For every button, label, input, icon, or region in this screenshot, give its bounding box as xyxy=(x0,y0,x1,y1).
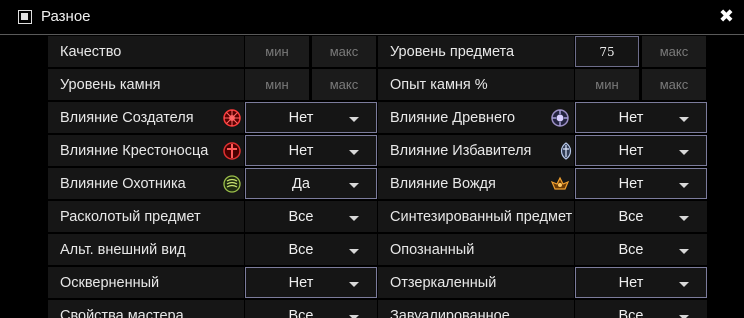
chevron-down-icon xyxy=(349,117,359,122)
filter-row: Расколотый предмет Все Синтезированный п… xyxy=(46,200,710,233)
veiled-select[interactable]: Все xyxy=(575,300,707,318)
chevron-down-icon xyxy=(679,216,689,221)
item-level-min-input[interactable]: 75 xyxy=(575,36,639,67)
elder-influence-icon xyxy=(551,109,569,127)
gem-level-min-input[interactable]: мин xyxy=(245,69,309,100)
window-title: Разное xyxy=(41,8,91,25)
filter-label-synthesised: Синтезированный предмет xyxy=(378,201,574,232)
filter-label-mirrored: Отзеркаленный xyxy=(378,267,574,298)
chevron-down-icon xyxy=(349,282,359,287)
crusader-influence-icon xyxy=(223,142,241,160)
filter-label-item-level: Уровень предмета xyxy=(378,36,574,67)
filter-row: Оскверненный Нет Отзеркаленный Нет xyxy=(46,266,710,299)
hunter-select[interactable]: Да xyxy=(245,168,377,199)
corrupted-select[interactable]: Нет xyxy=(245,267,377,298)
gem-exp-max-input[interactable]: макс xyxy=(642,69,706,100)
filter-row: Качество мин макс Уровень предмета 75 ма… xyxy=(46,35,710,68)
hunter-influence-icon xyxy=(223,175,241,193)
redeemer-select[interactable]: Нет xyxy=(575,135,707,166)
chevron-down-icon xyxy=(349,216,359,221)
quality-max-input[interactable]: макс xyxy=(312,36,376,67)
filter-row: Влияние Охотника Да Влияние Вождя Нет xyxy=(46,167,710,200)
filter-label-alt-art: Альт. внешний вид xyxy=(48,234,244,265)
chevron-down-icon xyxy=(679,117,689,122)
filter-label-quality: Качество xyxy=(48,36,244,67)
filter-label-hunter: Влияние Охотника xyxy=(48,168,244,199)
filter-row: Альт. внешний вид Все Опознанный Все xyxy=(46,233,710,266)
filter-row: Свойства мастера Все Завуалированное Все xyxy=(46,299,710,318)
quality-min-input[interactable]: мин xyxy=(245,36,309,67)
crusader-select[interactable]: Нет xyxy=(245,135,377,166)
filter-row: Влияние Крестоносца Нет Влияние Избавите… xyxy=(46,134,710,167)
mirrored-select[interactable]: Нет xyxy=(575,267,707,298)
filter-label-gem-experience: Опыт камня % xyxy=(378,69,574,100)
identified-select[interactable]: Все xyxy=(575,234,707,265)
shaper-select[interactable]: Нет xyxy=(245,102,377,133)
gem-level-max-input[interactable]: макс xyxy=(312,69,376,100)
chevron-down-icon xyxy=(349,150,359,155)
filter-label-shaper: Влияние Создателя xyxy=(48,102,244,133)
filter-label-crusader: Влияние Крестоносца xyxy=(48,135,244,166)
elder-select[interactable]: Нет xyxy=(575,102,707,133)
filter-label-fractured: Расколотый предмет xyxy=(48,201,244,232)
synthesised-select[interactable]: Все xyxy=(575,201,707,232)
filter-label-warlord: Влияние Вождя xyxy=(378,168,574,199)
gem-exp-min-input[interactable]: мин xyxy=(575,69,639,100)
fractured-select[interactable]: Все xyxy=(245,201,377,232)
crafted-select[interactable]: Все xyxy=(245,300,377,318)
item-level-max-input[interactable]: макс xyxy=(642,36,706,67)
window-titlebar: Разное ✖ xyxy=(0,0,744,34)
filter-label-crafted: Свойства мастера xyxy=(48,300,244,318)
section-toggle-checkbox[interactable] xyxy=(18,10,32,24)
chevron-down-icon xyxy=(349,249,359,254)
chevron-down-icon xyxy=(679,150,689,155)
close-icon[interactable]: ✖ xyxy=(719,5,734,27)
filter-row: Влияние Создателя Нет Влияние Древнего Н… xyxy=(46,101,710,134)
chevron-down-icon xyxy=(679,282,689,287)
alt-art-select[interactable]: Все xyxy=(245,234,377,265)
chevron-down-icon xyxy=(679,183,689,188)
shaper-influence-icon xyxy=(223,109,241,127)
filter-label-elder: Влияние Древнего xyxy=(378,102,574,133)
filter-row: Уровень камня мин макс Опыт камня % мин … xyxy=(46,68,710,101)
filter-label-corrupted: Оскверненный xyxy=(48,267,244,298)
warlord-influence-icon xyxy=(550,176,570,190)
chevron-down-icon xyxy=(679,249,689,254)
filter-label-identified: Опознанный xyxy=(378,234,574,265)
chevron-down-icon xyxy=(349,183,359,188)
filter-label-veiled: Завуалированное xyxy=(378,300,574,318)
warlord-select[interactable]: Нет xyxy=(575,168,707,199)
filter-label-gem-level: Уровень камня xyxy=(48,69,244,100)
filter-label-redeemer: Влияние Избавителя xyxy=(378,135,574,166)
redeemer-influence-icon xyxy=(560,142,572,160)
